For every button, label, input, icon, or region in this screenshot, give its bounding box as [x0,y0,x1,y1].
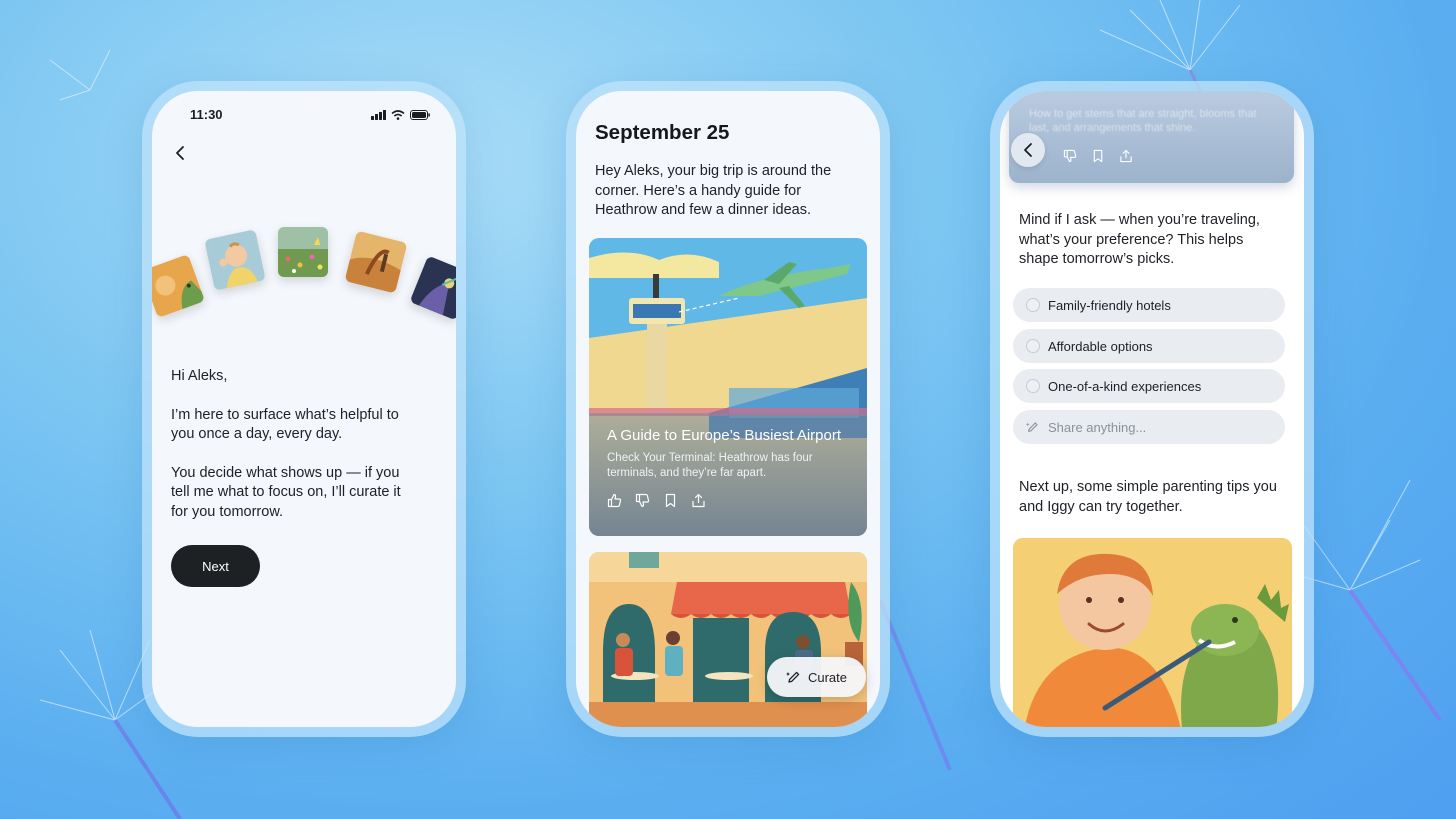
previous-card[interactable]: How to get stems that are straight, bloo… [1009,91,1294,183]
intro-paragraph-2: You decide what shows up — if you tell m… [171,464,401,520]
card-title: A Guide to Europe’s Busiest Airport [607,427,842,444]
share-icon[interactable] [1119,149,1133,168]
option-label: One-of-a-kind experiences [1048,378,1202,394]
cafe-illustration [589,552,867,727]
card-actions [607,493,706,508]
option-affordable[interactable]: Affordable options [1013,329,1285,363]
phone-onboarding: 11:30 Hi Aleks, I’m here to surface what… [142,81,466,737]
signal-icon [371,110,386,120]
option-label: Family-friendly hotels [1048,297,1171,313]
curate-button[interactable]: Curate [767,657,866,697]
preference-question: Mind if I ask — when you’re traveling, w… [1019,212,1260,267]
intro-paragraph-1: I’m here to surface what’s helpful to yo… [171,406,399,443]
thumbnail-baby [204,229,266,291]
airport-guide-card[interactable]: A Guide to Europe’s Busiest Airport Chec… [589,238,867,536]
option-family-friendly[interactable]: Family-friendly hotels [1013,288,1285,322]
back-button[interactable] [1011,133,1045,167]
radio-button[interactable] [1026,339,1040,353]
status-time: 11:30 [190,107,223,122]
status-bar: 11:30 [152,107,456,127]
radio-button[interactable] [1026,379,1040,393]
radio-button[interactable] [1026,298,1040,312]
back-button[interactable] [166,139,194,167]
dinner-ideas-card[interactable] [589,552,867,727]
phone-screen: September 25 Hey Aleks, your big trip is… [576,91,880,727]
phone-daily-feed: September 25 Hey Aleks, your big trip is… [566,81,890,737]
phone-preferences: How to get stems that are straight, bloo… [990,81,1314,737]
option-label: Affordable options [1048,338,1153,354]
next-button[interactable]: Next [171,545,260,587]
phone-screen: 11:30 Hi Aleks, I’m here to surface what… [152,91,456,727]
card-description: Check Your Terminal: Heathrow has four t… [607,452,813,479]
curate-label: Curate [807,669,848,685]
phone-screen: How to get stems that are straight, bloo… [1000,91,1304,727]
chevron-left-icon [1024,143,1032,157]
thumbs-up-icon[interactable] [607,493,622,508]
share-placeholder: Share anything... [1048,419,1147,435]
share-icon[interactable] [691,493,706,508]
thumbs-down-icon[interactable] [635,493,650,508]
next-up-text: Next up, some simple parenting tips you … [1019,479,1277,515]
wifi-icon [391,110,405,120]
share-anything-input[interactable]: Share anything... [1013,410,1285,444]
thumbnail-desert [344,230,408,294]
thumbs-down-icon[interactable] [1063,149,1077,168]
option-one-of-a-kind[interactable]: One-of-a-kind experiences [1013,369,1285,403]
bookmark-icon[interactable] [663,493,678,508]
greeting-text: Hey Aleks, your big trip is around the c… [595,163,832,218]
thumbnail-night [409,255,456,321]
previous-card-text: How to get stems that are straight, bloo… [1029,108,1257,134]
bookmark-icon[interactable] [1091,149,1105,168]
page-title: September 25 [595,121,730,144]
intro-text: Hi Aleks, I’m here to surface what’s hel… [171,367,411,541]
pen-sparkle-icon [785,671,800,683]
pen-sparkle-icon [1026,422,1038,432]
chevron-left-icon [176,146,184,160]
battery-icon [410,110,430,120]
card-overlay: A Guide to Europe’s Busiest Airport Chec… [589,413,867,536]
parenting-illustration [1013,538,1292,727]
thumbnail-dinosaur [152,253,206,319]
thumbnail-meadow [278,227,328,277]
card-actions [1063,149,1133,168]
intro-greeting: Hi Aleks, [171,368,228,384]
